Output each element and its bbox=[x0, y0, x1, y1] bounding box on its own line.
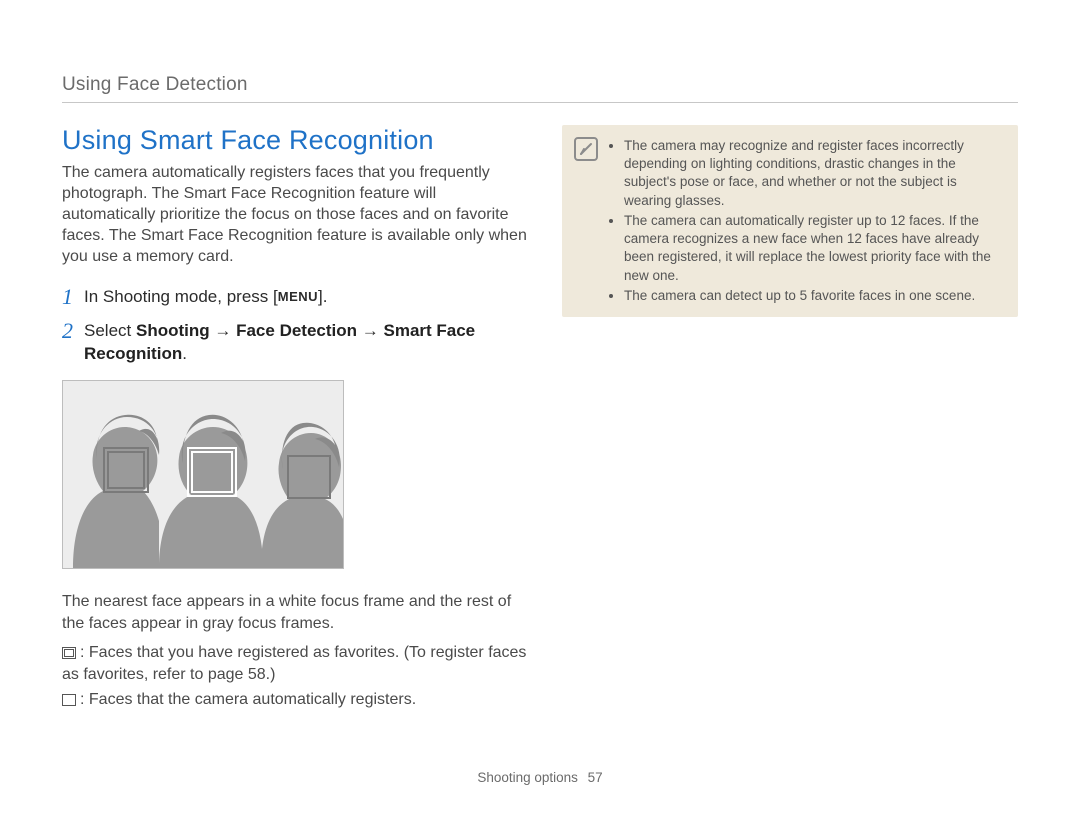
footer-section: Shooting options bbox=[477, 770, 578, 785]
step-2-text-e: . bbox=[182, 344, 187, 363]
step-1-text-a: In Shooting mode, press [ bbox=[84, 287, 278, 306]
focus-frame-gray bbox=[287, 455, 331, 499]
note-icon bbox=[574, 137, 598, 161]
auto-frame-icon bbox=[62, 694, 76, 705]
legend-item-auto: : Faces that the camera automatically re… bbox=[62, 689, 532, 710]
caption-text: The nearest face appears in a white focu… bbox=[62, 591, 532, 634]
page-title: Using Smart Face Recognition bbox=[62, 125, 532, 156]
breadcrumb: Using Face Detection bbox=[62, 74, 1018, 102]
legend-text-2: : Faces that the camera automatically re… bbox=[80, 691, 416, 708]
step-1: In Shooting mode, press [MENU]. bbox=[62, 286, 532, 309]
page-footer: Shooting options 57 bbox=[0, 770, 1080, 785]
step-2-path-1: Shooting bbox=[136, 321, 210, 340]
steps-list: In Shooting mode, press [MENU]. Select S… bbox=[62, 286, 532, 367]
menu-button-label: MENU bbox=[278, 288, 318, 306]
legend-text-1: : Faces that you have registered as favo… bbox=[62, 644, 526, 682]
note-item: The camera may recognize and register fa… bbox=[624, 137, 1002, 210]
legend-list: : Faces that you have registered as favo… bbox=[62, 642, 532, 710]
favorite-frame-icon bbox=[62, 647, 76, 658]
legend-item-favorite: : Faces that you have registered as favo… bbox=[62, 642, 532, 685]
note-item: The camera can detect up to 5 favorite f… bbox=[624, 287, 1002, 305]
divider bbox=[62, 102, 1018, 103]
note-item: The camera can automatically register up… bbox=[624, 212, 1002, 285]
arrow-icon: → bbox=[357, 321, 383, 340]
arrow-icon: → bbox=[210, 321, 236, 340]
step-2-path-2: Face Detection bbox=[236, 321, 357, 340]
intro-text: The camera automatically registers faces… bbox=[62, 162, 532, 268]
footer-page-number: 57 bbox=[588, 770, 603, 785]
step-2: Select Shooting → Face Detection → Smart… bbox=[62, 320, 532, 366]
example-image bbox=[62, 380, 344, 569]
note-box: The camera may recognize and register fa… bbox=[562, 125, 1018, 317]
step-2-text-a: Select bbox=[84, 321, 136, 340]
step-1-text-b: ]. bbox=[318, 287, 327, 306]
focus-frame-white bbox=[187, 447, 237, 497]
focus-frame-gray bbox=[103, 447, 149, 493]
